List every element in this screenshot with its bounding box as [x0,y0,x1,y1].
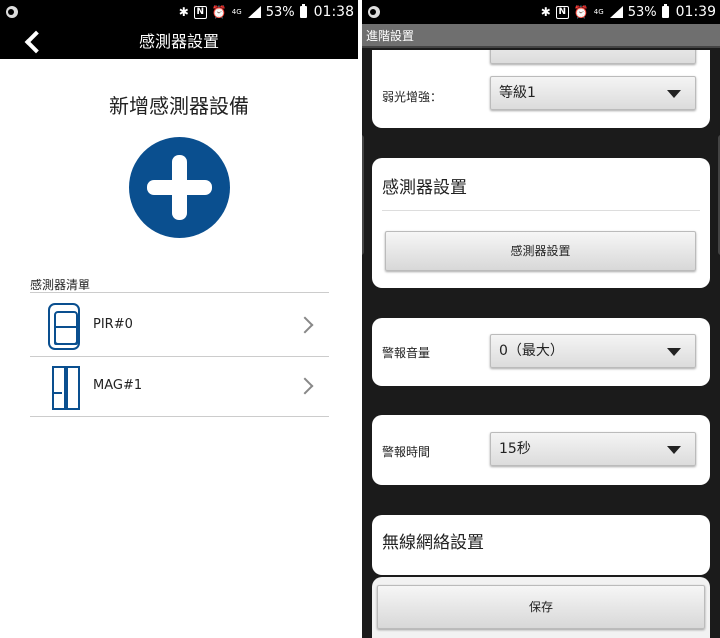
bluetooth-icon: ✱ [178,5,189,19]
clock: 01:38 [313,4,354,20]
alarm-volume-value: 0（最大） [499,343,564,359]
signal-icon [247,6,261,18]
nfc-icon: N [193,5,207,19]
nfc-icon: N [555,5,569,19]
network-type-label: 4G [231,7,242,16]
divider [30,292,329,293]
battery-icon [661,4,669,18]
pir-sensor-icon [48,303,80,350]
wireless-settings-card: 無線網絡設置 [372,515,710,575]
status-bar: ✱ N ⏰ 4G 53% 01:39 [362,0,720,24]
scroll-edge [362,135,364,255]
alarm-time-select[interactable]: 15秒 [490,432,696,466]
network-type-label: 4G [593,7,604,16]
battery-percent: 53% [265,4,295,20]
save-button[interactable]: 保存 [377,585,705,629]
app-bar: 進階設置 [362,24,720,48]
divider [382,210,700,211]
notification-icon [368,6,380,18]
back-arrow-icon[interactable] [22,30,44,52]
bluetooth-icon: ✱ [540,5,551,19]
status-icons: ✱ N ⏰ 4G 53% 01:39 [541,0,716,24]
advanced-settings-screen: ✱ N ⏰ 4G 53% 01:39 進階設置 弱光增強： 等級1 感測器設置 … [362,0,720,638]
alarm-time-value: 15秒 [499,441,531,457]
low-light-card: 弱光增強： 等級1 [372,50,710,128]
page-title: 感測器設置 [138,32,219,51]
sensor-settings-screen: ✱ N ⏰ 4G 53% 01:38 感測器設置 新增感測器設備 感測器清單 P… [0,0,358,638]
clock: 01:39 [675,4,716,20]
low-light-label: 弱光增強： [382,90,443,104]
alarm-volume-card: 警報音量 0（最大） [372,318,710,386]
sensor-label: PIR#0 [93,317,133,332]
sensor-settings-card: 感測器設置 感測器設置 [372,158,710,288]
dropdown-arrow-icon [667,348,681,356]
alarm-clock-icon: ⏰ [211,5,227,19]
alarm-volume-label: 警報音量 [382,346,431,360]
dropdown-arrow-icon [667,446,681,454]
sensor-list-item[interactable]: PIR#0 [30,296,329,356]
add-sensor-button[interactable] [129,137,230,238]
dropdown-arrow-icon [667,90,681,98]
sensor-settings-button[interactable]: 感測器設置 [385,231,696,271]
sensor-list-header: 感測器清單 [30,278,91,292]
magnetic-sensor-icon [52,366,80,410]
battery-percent: 53% [627,4,657,20]
page-title: 進階設置 [366,29,415,43]
alarm-time-card: 警報時間 15秒 [372,415,710,485]
chevron-right-icon [296,377,314,395]
signal-icon [609,6,623,18]
divider [30,416,329,417]
sensor-label: MAG#1 [93,378,143,393]
alarm-volume-select[interactable]: 0（最大） [490,334,696,368]
save-bar: 保存 [372,577,710,638]
card-title: 無線網絡設置 [382,533,484,553]
alarm-clock-icon: ⏰ [573,5,589,19]
notification-icon [6,6,18,18]
sensor-list-item[interactable]: MAG#1 [30,357,329,417]
app-bar: 感測器設置 [0,24,358,59]
card-title: 感測器設置 [382,178,467,198]
previous-dropdown[interactable] [490,50,696,64]
add-sensor-title: 新增感測器設備 [109,94,249,118]
status-bar: ✱ N ⏰ 4G 53% 01:38 [0,0,358,24]
status-icons: ✱ N ⏰ 4G 53% 01:38 [179,0,354,24]
low-light-value: 等級1 [499,85,536,101]
low-light-select[interactable]: 等級1 [490,76,696,110]
alarm-time-label: 警報時間 [382,445,431,459]
chevron-right-icon [296,316,314,334]
battery-icon [299,4,307,18]
